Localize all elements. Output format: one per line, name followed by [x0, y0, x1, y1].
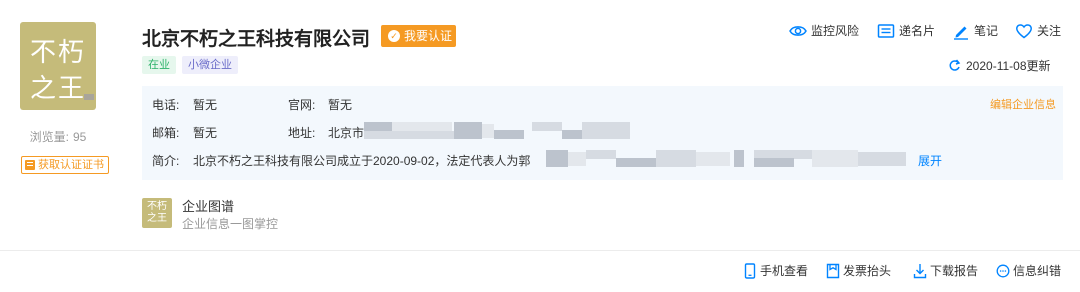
company-info-panel: 电话: 暂无 官网: 暂无 编辑企业信息 邮箱: 暂无 地址: 北京市 简介: … — [142, 86, 1063, 180]
follow-label: 关注 — [1037, 24, 1062, 38]
intro-value: 北京不朽之王科技有限公司成立于2020-09-02，法定代表人为郭 — [193, 154, 531, 168]
notes-button[interactable]: 笔记 — [952, 22, 1000, 40]
send-card-label: 递名片 — [899, 24, 936, 38]
verify-button[interactable]: ✓ 我要认证 — [381, 25, 456, 47]
graph-logo-line2: 之王 — [147, 213, 167, 224]
company-header-card: 不朽 之王 浏览量: 95 获取认证证书 北京不朽之王科技有限公司 ✓ 我要认证 … — [0, 0, 1080, 250]
phone-value: 暂无 — [193, 98, 218, 112]
view-count-value: 95 — [72, 130, 87, 144]
view-count: 浏览量: 95 — [20, 128, 96, 145]
send-card-button[interactable]: 递名片 — [877, 22, 939, 40]
website-value: 暂无 — [328, 98, 353, 112]
invoice-title-button[interactable]: 发票抬头 — [826, 262, 898, 280]
download-icon — [913, 264, 927, 279]
edit-company-info-link[interactable]: 编辑企业信息 — [990, 96, 1056, 112]
refresh-icon — [949, 59, 961, 71]
phone-icon — [744, 263, 756, 279]
verify-label: 我要认证 — [404, 29, 453, 43]
monitor-risk-button[interactable]: 监控风险 — [789, 22, 864, 40]
get-certificate-label: 获取认证证书 — [38, 159, 104, 171]
mobile-view-button[interactable]: 手机查看 — [743, 262, 813, 280]
certificate-icon — [25, 160, 35, 170]
view-count-label: 浏览量: — [29, 130, 69, 144]
logo-text-line1: 不朽 — [29, 38, 86, 68]
notes-label: 笔记 — [974, 24, 999, 38]
email-label: 邮箱: — [152, 126, 180, 140]
update-time-text: 2020-11-08更新 — [966, 59, 1051, 73]
chat-bubble-icon — [996, 264, 1010, 278]
invoice-title-label: 发票抬头 — [843, 264, 892, 278]
phone-label: 电话: — [152, 98, 180, 112]
download-report-label: 下载报告 — [930, 264, 979, 278]
status-tag-active: 在业 — [142, 56, 176, 74]
graph-company-logo: 不朽 之王 — [142, 198, 172, 228]
address-value: 北京市 — [328, 126, 365, 140]
address-label: 地址: — [288, 126, 316, 140]
check-badge-icon: ✓ — [388, 30, 400, 42]
follow-button[interactable]: 关注 — [1015, 22, 1065, 40]
get-certificate-button[interactable]: 获取认证证书 — [21, 156, 109, 174]
email-value: 暂无 — [193, 126, 218, 140]
mobile-view-label: 手机查看 — [760, 264, 809, 278]
monitor-risk-label: 监控风险 — [811, 24, 860, 38]
enterprise-graph-link[interactable]: 企业图谱 — [182, 196, 234, 215]
download-report-button[interactable]: 下载报告 — [913, 262, 983, 280]
heart-icon — [1016, 24, 1032, 39]
company-logo: 不朽 之王 — [20, 22, 96, 110]
website-label: 官网: — [288, 98, 316, 112]
report-error-label: 信息纠错 — [1013, 264, 1062, 278]
business-card-icon — [877, 24, 895, 38]
graph-logo-line1: 不朽 — [147, 201, 167, 212]
logo-mosaic — [84, 94, 94, 100]
expand-intro-link[interactable]: 展开 — [918, 152, 942, 169]
company-name: 北京不朽之王科技有限公司 — [142, 29, 371, 50]
invoice-icon — [826, 263, 840, 279]
pencil-icon — [954, 26, 968, 40]
intro-label: 简介: — [152, 154, 180, 168]
report-error-button[interactable]: 信息纠错 — [996, 262, 1068, 280]
status-tag-micro-enterprise: 小微企业 — [182, 56, 238, 74]
enterprise-graph-subtitle: 企业信息一图掌控 — [182, 217, 279, 231]
eye-icon — [789, 26, 807, 36]
footer-toolbar: 手机查看 发票抬头 下载报告 信息纠错 — [0, 250, 1080, 292]
